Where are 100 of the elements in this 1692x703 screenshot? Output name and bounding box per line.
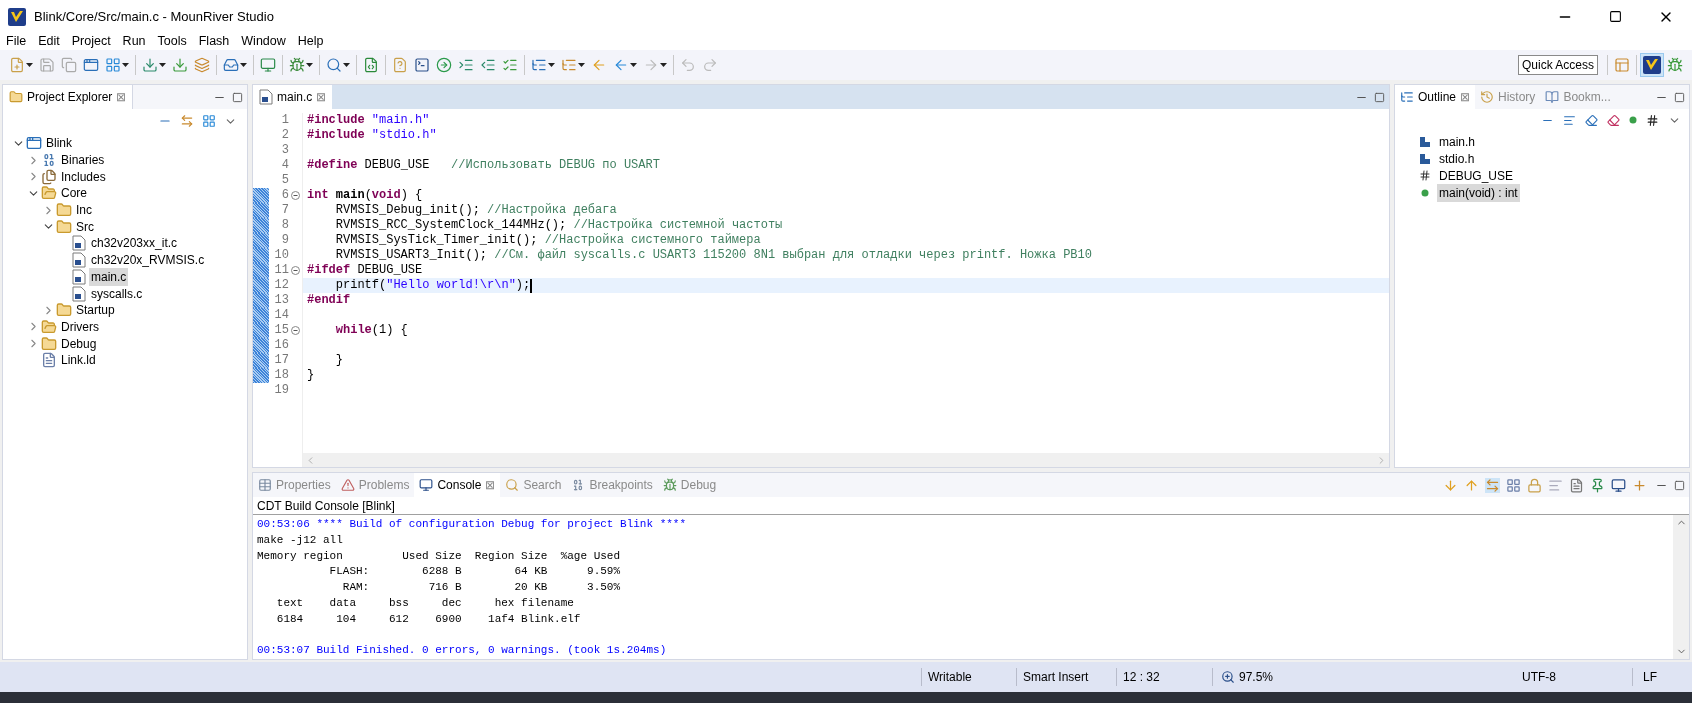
console-title: CDT Build Console [Blink] <box>253 497 1689 515</box>
download-icon <box>172 57 188 73</box>
redo-icon <box>702 57 718 73</box>
new-console-icon[interactable] <box>1632 477 1647 493</box>
console-line: text data bss dec hex filename <box>275 597 574 609</box>
close-icon[interactable]: ⊠ <box>316 88 327 106</box>
terminal-icon <box>414 57 430 73</box>
link-icon[interactable] <box>1485 477 1500 493</box>
new-file-icon <box>9 57 25 73</box>
window-icon <box>83 57 99 73</box>
binary-icon <box>41 152 57 169</box>
book-icon <box>1545 90 1560 104</box>
tab-label: Bookm... <box>1563 89 1611 106</box>
tree-item[interactable]: Startup <box>74 301 117 320</box>
tree-item[interactable]: main.c <box>89 267 129 286</box>
caret-icon <box>578 63 585 67</box>
caret-icon <box>630 63 637 67</box>
tree-item[interactable]: Core <box>59 184 89 203</box>
back-icon <box>613 57 629 73</box>
panel-tab[interactable]: Outline ⊠ <box>1395 85 1476 109</box>
list-tree-icon <box>531 57 547 73</box>
arrow-down-icon[interactable] <box>1443 477 1458 493</box>
tree-item[interactable]: syscalls.c <box>89 284 145 303</box>
quick-access-field[interactable]: Quick Access <box>1517 55 1598 75</box>
monitor-icon <box>419 478 434 492</box>
menu-item[interactable]: Window <box>235 32 292 51</box>
close-icon[interactable]: ⊠ <box>1460 88 1471 106</box>
status-writable: Writable <box>921 668 1016 686</box>
hash-icon[interactable] <box>1646 113 1659 127</box>
line-number: 19 <box>273 383 289 398</box>
tree-item[interactable]: Drivers <box>59 317 101 336</box>
pin-icon[interactable] <box>1590 477 1605 493</box>
menu-item[interactable]: Flash <box>192 32 236 51</box>
folder-icon <box>41 318 57 335</box>
fold-icon[interactable] <box>290 326 300 335</box>
undo-icon <box>680 57 696 73</box>
line-number: 3 <box>280 143 289 158</box>
lock-icon[interactable] <box>1527 477 1542 493</box>
c-file-icon <box>72 285 86 302</box>
panel-tab[interactable]: Project Explorer ⊠ <box>3 85 134 109</box>
c-file-icon <box>259 89 273 105</box>
status-insert-mode: Smart Insert <box>1016 668 1116 686</box>
dot-icon[interactable] <box>1629 116 1637 124</box>
outdent-icon <box>480 57 496 73</box>
tree-item[interactable]: Src <box>74 217 96 236</box>
tab-label: Properties <box>276 477 331 494</box>
text-cursor <box>530 278 532 293</box>
code-line: int main(void) { <box>307 188 423 203</box>
line-number: 10 <box>273 248 289 263</box>
tree-item[interactable]: Blink <box>44 134 74 153</box>
link-icon[interactable] <box>180 114 194 128</box>
menu-item[interactable]: Help <box>291 32 330 51</box>
console-line: 6184 104 612 6900 1af4 Blink.elf <box>275 612 581 625</box>
table-icon <box>258 478 272 492</box>
outline-item[interactable]: DEBUG_USE <box>1437 166 1516 185</box>
tree-item[interactable]: Binaries <box>59 151 107 170</box>
word-wrap-icon[interactable] <box>1548 477 1563 493</box>
outline-item[interactable]: stdio.h <box>1437 149 1477 168</box>
editor-tab[interactable]: main.c ⊠ <box>253 85 333 109</box>
layers-icon <box>194 57 210 73</box>
tree-item[interactable]: ch32v203xx_it.c <box>89 234 180 253</box>
line-number: 13 <box>273 293 289 308</box>
vertical-scrollbar[interactable] <box>1673 515 1689 659</box>
fold-icon[interactable] <box>290 266 300 275</box>
menu-item[interactable]: Run <box>116 32 152 51</box>
code-line: #ifdef DEBUG_USE <box>307 263 423 278</box>
clear-icon[interactable] <box>1569 477 1584 493</box>
menu-item[interactable]: Project <box>65 32 117 51</box>
tab-label: Breakpoints <box>589 477 653 494</box>
tree-item[interactable]: Includes <box>59 167 108 186</box>
tab-label: main.c <box>277 89 313 106</box>
tree-item[interactable]: Link.ld <box>59 351 98 370</box>
tree-item[interactable]: Debug <box>59 334 99 353</box>
sort-icon[interactable] <box>1563 113 1576 127</box>
folder-icon <box>56 218 72 235</box>
caret-icon <box>240 63 247 67</box>
menu-item[interactable]: Edit <box>32 32 66 51</box>
tab-label: Debug <box>680 477 717 494</box>
line-number: 8 <box>280 218 289 233</box>
menu-item[interactable]: Tools <box>151 32 193 51</box>
fold-icon[interactable] <box>290 191 300 200</box>
copy-icon <box>61 57 77 73</box>
status-line-ending: LF <box>1632 668 1692 686</box>
close-icon[interactable]: ⊠ <box>485 476 496 494</box>
app-perspective-button[interactable] <box>1640 53 1664 77</box>
menu-item[interactable]: File <box>0 32 33 51</box>
download-icon <box>142 57 158 73</box>
close-icon[interactable]: ⊠ <box>116 88 127 106</box>
outline-item[interactable]: main.h <box>1437 132 1478 151</box>
list-tree-icon <box>561 57 577 73</box>
tree-item[interactable]: Inc <box>74 201 94 220</box>
panel-tab[interactable]: Console ⊠ <box>414 473 501 497</box>
monitor-icon[interactable] <box>1611 477 1626 493</box>
tree-item[interactable]: ch32v20x_RVMSIS.c <box>89 251 207 270</box>
history-icon <box>1480 90 1495 104</box>
c-file-icon <box>72 252 86 269</box>
maximize-icon[interactable] <box>1609 10 1622 23</box>
caret-icon <box>343 63 350 67</box>
outline-item[interactable]: main(void) : int <box>1437 183 1520 202</box>
hash-icon <box>1419 169 1431 182</box>
